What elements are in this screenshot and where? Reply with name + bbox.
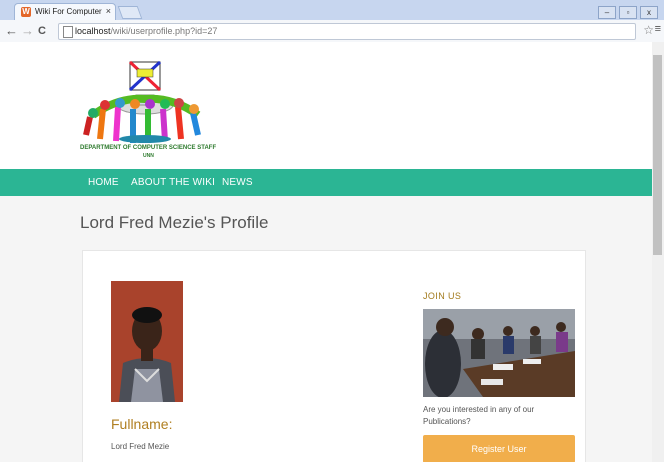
join-us-text: Are you interested in any of our Publica…	[423, 405, 535, 426]
back-button[interactable]: ←	[5, 23, 18, 39]
close-window-button[interactable]: x	[640, 6, 658, 19]
page-title: Lord Fred Mezie's Profile	[80, 213, 269, 232]
browser-tab[interactable]: W Wiki For Computer Scienc ×	[14, 3, 116, 21]
favicon-icon: W	[21, 7, 31, 17]
fullname-label: Fullname:	[111, 416, 173, 432]
address-bar[interactable]: localhost/wiki/userprofile.php?id=27	[58, 23, 636, 40]
window-controls: – ▫ x	[595, 2, 658, 19]
nav-home[interactable]: HOME	[88, 177, 119, 188]
tab-bar: W Wiki For Computer Scienc × –▫x	[0, 0, 664, 21]
url-text: localhost/wiki/userprofile.php?id=27	[75, 26, 217, 36]
join-us-image	[423, 309, 575, 397]
register-user-button[interactable]: Register User	[423, 435, 575, 462]
page-viewport: DEPARTMENT OF COMPUTER SCIENCE STAFF UNN…	[0, 42, 652, 462]
logo-subtext: UNN	[143, 153, 154, 159]
forward-button[interactable]: →	[21, 23, 34, 39]
fullname-value: Lord Fred Mezie	[111, 442, 170, 451]
browser-chrome: W Wiki For Computer Scienc × –▫x ← → C l…	[0, 0, 664, 43]
tab-title: Wiki For Computer Scienc	[35, 7, 103, 16]
url-host: localhost	[75, 26, 111, 36]
profile-card: Fullname: Lord Fred Mezie JOIN US Are yo…	[82, 250, 586, 462]
maximize-button[interactable]: ▫	[619, 6, 637, 19]
browser-toolbar: ← → C localhost/wiki/userprofile.php?id=…	[0, 20, 664, 43]
site-header: DEPARTMENT OF COMPUTER SCIENCE STAFF UNN	[0, 42, 652, 169]
reload-button[interactable]: C	[38, 23, 46, 39]
nav-news[interactable]: NEWS	[222, 177, 253, 188]
new-tab-button[interactable]	[117, 6, 143, 19]
minimize-button[interactable]: –	[598, 6, 616, 19]
menu-icon[interactable]: ≡	[655, 23, 661, 35]
profile-photo	[111, 281, 183, 402]
url-path: /wiki/userprofile.php?id=27	[110, 26, 218, 36]
main-navigation: HOME ABOUT THE WIKI NEWS	[0, 169, 652, 196]
join-us-heading: JOIN US	[423, 291, 462, 301]
page-icon	[63, 26, 73, 38]
logo-text: DEPARTMENT OF COMPUTER SCIENCE STAFF	[80, 145, 217, 151]
bookmark-star-icon[interactable]: ☆	[643, 23, 654, 37]
tab-close-icon[interactable]: ×	[106, 6, 111, 16]
nav-about[interactable]: ABOUT THE WIKI	[131, 177, 215, 188]
scrollbar-thumb[interactable]	[653, 55, 662, 255]
